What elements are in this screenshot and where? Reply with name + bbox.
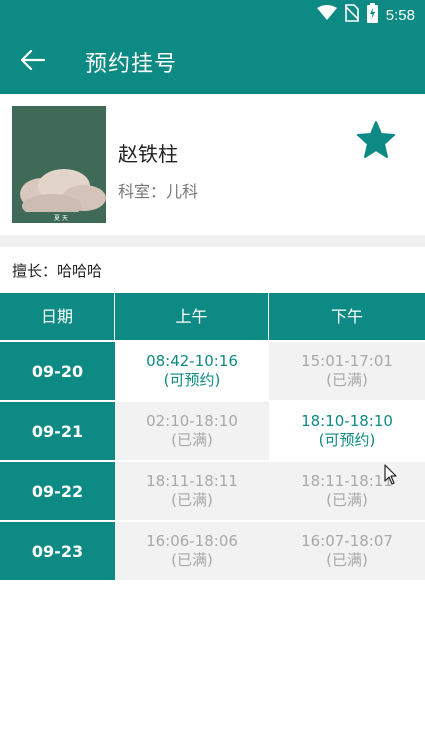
slot-time: 08:42-10:16 — [146, 352, 238, 370]
doctor-card: 夏 天 赵铁柱 科室：儿科 — [0, 94, 425, 235]
header-morning: 上午 — [115, 293, 269, 340]
slot-status: (可预约) — [318, 431, 376, 449]
slot-time: 15:01-17:01 — [301, 352, 393, 370]
status-bar: 5:58 — [0, 0, 425, 30]
header-date: 日期 — [0, 293, 115, 340]
morning-slot[interactable]: 18:11-18:11 (已满) — [115, 460, 269, 520]
schedule-row: 09-22 18:11-18:11 (已满) 18:11-18:11 (已满) — [0, 460, 425, 520]
date-cell: 09-20 — [0, 340, 115, 400]
schedule-table: 日期 上午 下午 09-20 08:42-10:16 (可预约) 15:01-1… — [0, 293, 425, 580]
doctor-name: 赵铁柱 — [118, 142, 178, 166]
afternoon-slot[interactable]: 15:01-17:01 (已满) — [269, 340, 425, 400]
schedule-header-row: 日期 上午 下午 — [0, 293, 425, 340]
slot-status: (已满) — [171, 491, 213, 509]
photo-caption: 夏 天 — [54, 215, 68, 222]
slot-time: 18:10-18:10 — [301, 412, 393, 430]
date-cell: 09-23 — [0, 520, 115, 580]
morning-slot[interactable]: 08:42-10:16 (可预约) — [115, 340, 269, 400]
slot-time: 02:10-18:10 — [146, 412, 238, 430]
arrow-left-icon — [20, 49, 46, 74]
afternoon-slot[interactable]: 16:07-18:07 (已满) — [269, 520, 425, 580]
morning-slot[interactable]: 02:10-18:10 (已满) — [115, 400, 269, 460]
slot-time: 18:11-18:11 — [146, 472, 238, 490]
mouse-pointer-icon — [384, 464, 398, 486]
doctor-photo: 夏 天 — [12, 106, 106, 223]
section-divider — [0, 235, 425, 247]
no-sim-icon — [344, 4, 360, 26]
afternoon-slot[interactable]: 18:11-18:11 (已满) — [269, 460, 425, 520]
date-cell: 09-22 — [0, 460, 115, 520]
slot-status: (已满) — [326, 371, 368, 389]
doctor-specialty: 擅长：哈哈哈 — [12, 262, 103, 280]
back-button[interactable] — [0, 30, 66, 94]
morning-slot[interactable]: 16:06-18:06 (已满) — [115, 520, 269, 580]
slot-time: 18:11-18:11 — [301, 472, 393, 490]
app-toolbar: 预约挂号 — [0, 30, 425, 94]
slot-status: (已满) — [326, 551, 368, 569]
battery-charging-icon — [366, 3, 378, 27]
afternoon-slot[interactable]: 18:10-18:10 (可预约) — [269, 400, 425, 460]
slot-status: (已满) — [171, 551, 213, 569]
doctor-department: 科室：儿科 — [118, 182, 199, 201]
schedule-row: 09-21 02:10-18:10 (已满) 18:10-18:10 (可预约) — [0, 400, 425, 460]
schedule-row: 09-20 08:42-10:16 (可预约) 15:01-17:01 (已满) — [0, 340, 425, 400]
clock: 5:58 — [385, 6, 415, 24]
date-cell: 09-21 — [0, 400, 115, 460]
page-title: 预约挂号 — [85, 52, 178, 77]
wifi-icon — [316, 5, 337, 25]
slot-status: (已满) — [326, 491, 368, 509]
header-afternoon: 下午 — [269, 293, 425, 340]
schedule-row: 09-23 16:06-18:06 (已满) 16:07-18:07 (已满) — [0, 520, 425, 580]
star-icon — [356, 121, 396, 164]
slot-status: (可预约) — [163, 371, 221, 389]
slot-time: 16:07-18:07 — [301, 532, 393, 550]
slot-time: 16:06-18:06 — [146, 532, 238, 550]
favorite-button[interactable] — [356, 120, 398, 162]
slot-status: (已满) — [171, 431, 213, 449]
